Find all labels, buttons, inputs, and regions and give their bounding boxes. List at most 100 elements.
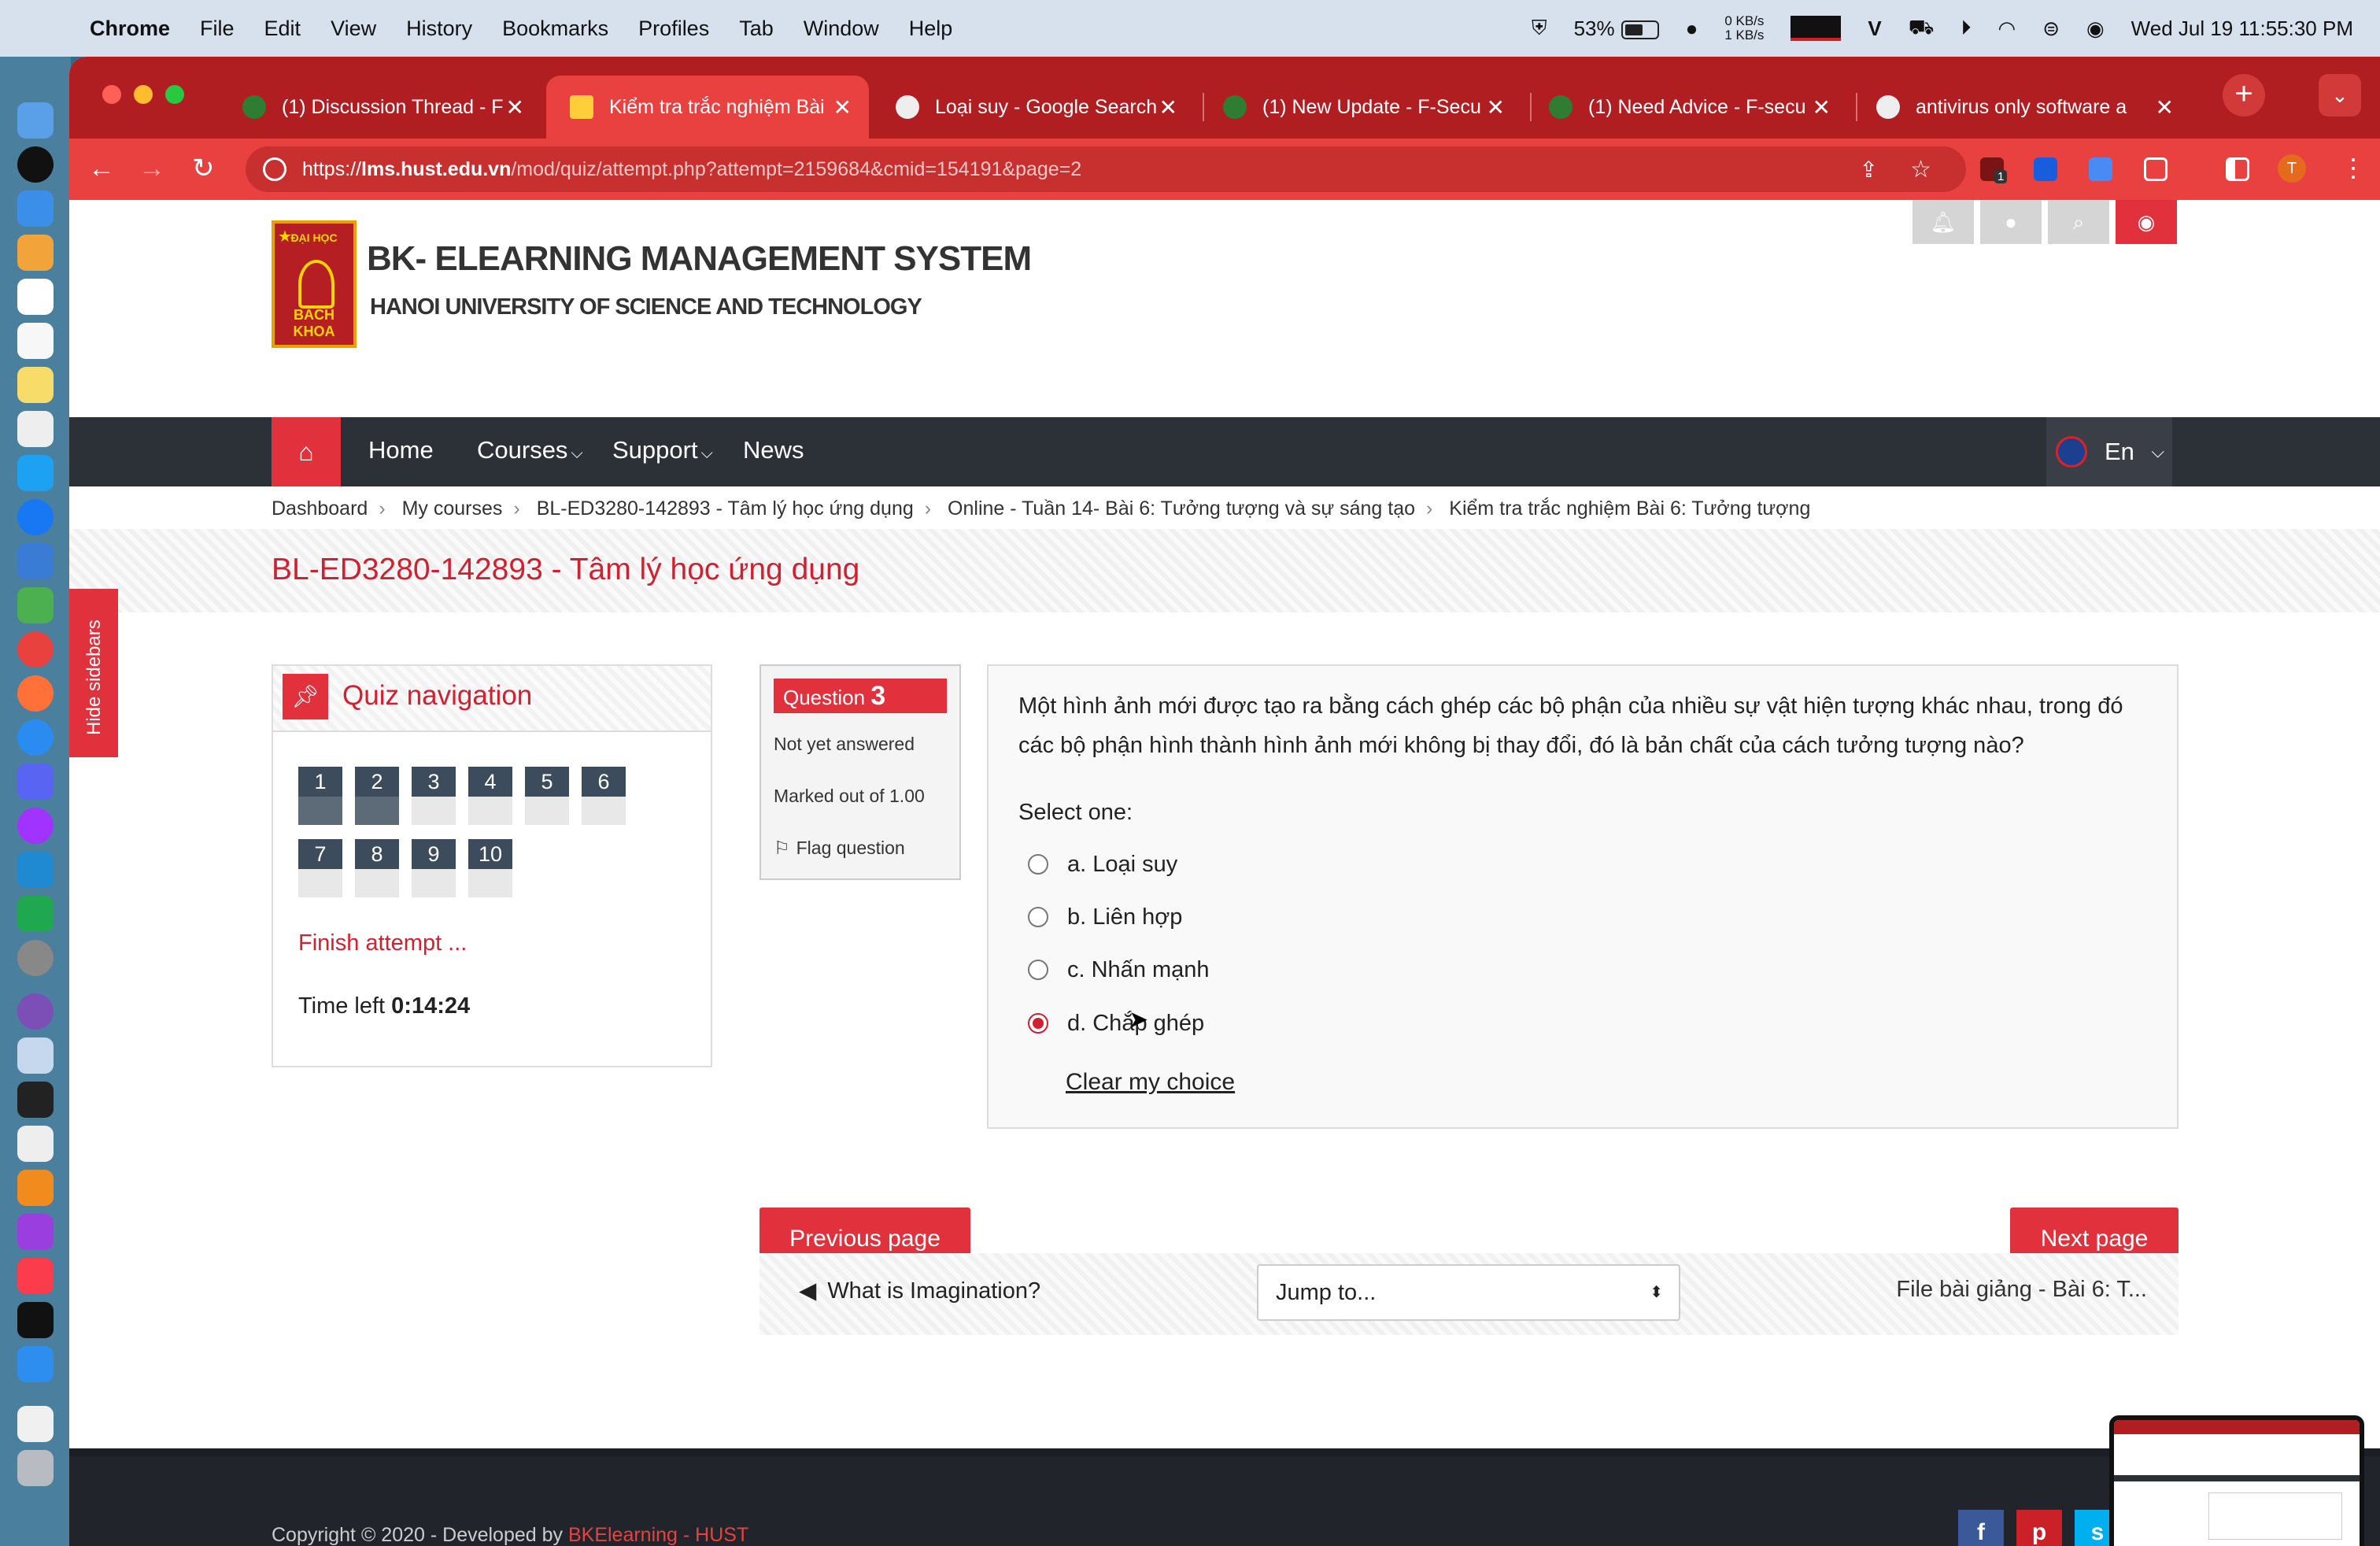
clock[interactable]: Wed Jul 19 11:55:30 PM <box>2131 17 2353 41</box>
address-bar[interactable]: https://lms.hust.edu.vn/mod/quiz/attempt… <box>246 146 1966 192</box>
play-icon[interactable]: ⏵ <box>1961 16 1971 41</box>
mail-icon[interactable] <box>17 190 54 227</box>
reload-icon[interactable]: ↻ <box>192 154 215 183</box>
twitter-icon[interactable] <box>17 455 54 491</box>
breadcrumb-dashboard[interactable]: Dashboard <box>272 497 368 520</box>
quiz-nav-button-2[interactable]: 2 <box>355 767 399 825</box>
breadcrumb-quiz[interactable]: Kiểm tra trắc nghiệm Bài 6: Tưởng tượng <box>1449 497 1810 520</box>
quiz-nav-button-5[interactable]: 5 <box>525 767 569 825</box>
calendar-icon[interactable] <box>17 279 54 315</box>
site-info-icon[interactable] <box>263 157 286 181</box>
menu-tab[interactable]: Tab <box>739 17 774 41</box>
breadcrumb-section[interactable]: Online - Tuần 14- Bài 6: Tưởng tượng và … <box>948 497 1415 520</box>
settings-icon[interactable] <box>17 940 54 976</box>
menu-bookmarks[interactable]: Bookmarks <box>502 17 608 41</box>
quiz-nav-button-8[interactable]: 8 <box>355 839 399 897</box>
radio-option-d[interactable] <box>1028 1013 1048 1034</box>
bookmark-star-icon[interactable]: ☆ <box>1910 156 1931 183</box>
battery-status[interactable]: 53% <box>1574 17 1659 41</box>
quiz-nav-button-3[interactable]: 3 <box>412 767 456 825</box>
menu-file[interactable]: File <box>200 17 235 41</box>
close-tab-icon[interactable]: ✕ <box>1159 94 1177 120</box>
network-speed[interactable]: 0 KB/s 1 KB/s <box>1724 14 1764 43</box>
zoom-window-button[interactable] <box>165 85 184 104</box>
tab-new-update[interactable]: (1) New Update - F-Secu ✕ <box>1199 76 1522 139</box>
hust-logo[interactable]: ĐẠI HỌC ★ BÁCH KHOA <box>272 220 357 348</box>
menu-window[interactable]: Window <box>804 17 879 41</box>
screenshot-thumbnail[interactable] <box>2109 1415 2364 1546</box>
more-menu-icon[interactable]: ⋮ <box>2341 153 2366 183</box>
quiz-nav-button-9[interactable]: 9 <box>412 839 456 897</box>
document-icon[interactable] <box>17 1406 54 1442</box>
user-menu-icon[interactable]: ◉ <box>2116 200 2177 244</box>
menu-history[interactable]: History <box>406 17 472 41</box>
cloud-app-icon[interactable] <box>17 543 54 579</box>
control-center-icon[interactable]: ⊜ <box>2042 17 2060 41</box>
radio-option-c[interactable] <box>1028 960 1048 980</box>
quiz-nav-button-7[interactable]: 7 <box>298 839 342 897</box>
maps-icon[interactable] <box>17 587 54 623</box>
answer-label[interactable]: b. Liên hợp <box>1067 904 1182 930</box>
github-icon[interactable] <box>17 993 54 1030</box>
menu-help[interactable]: Help <box>909 17 953 41</box>
discord-icon[interactable] <box>17 764 54 800</box>
notifications-bell-icon[interactable]: 🔔︎ <box>1913 200 1974 244</box>
menu-edit[interactable]: Edit <box>264 17 301 41</box>
search-icon[interactable]: ⌕ <box>2048 200 2109 244</box>
car-icon[interactable]: ⛟ <box>1909 15 1935 43</box>
clear-choice-link[interactable]: Clear my choice <box>1066 1069 1235 1096</box>
messenger-icon[interactable] <box>17 808 54 844</box>
hide-sidebars-button[interactable]: Hide sidebars <box>69 589 118 757</box>
profile-avatar[interactable]: T <box>2278 154 2306 183</box>
cpu-graph-icon[interactable] <box>1791 16 1842 41</box>
nav-courses[interactable]: Courses ⌵ <box>477 436 583 464</box>
notes-icon[interactable] <box>17 367 54 403</box>
close-tab-icon[interactable]: ✕ <box>1813 94 1831 120</box>
messages-icon[interactable]: ● <box>1980 200 2042 244</box>
previous-activity-link[interactable]: ◀ What is Imagination? <box>799 1277 1040 1304</box>
shield-icon[interactable]: ⛨ <box>1532 16 1547 41</box>
finder-icon[interactable] <box>17 102 54 139</box>
tab-google-search[interactable]: Loại suy - Google Search ✕ <box>872 76 1195 139</box>
answer-option-c[interactable]: c. Nhấn mạnh <box>1028 954 1210 986</box>
site-title[interactable]: BK- ELEARNING MANAGEMENT SYSTEM <box>367 239 1032 279</box>
translate-extension-icon[interactable] <box>2089 157 2112 181</box>
trash-icon[interactable] <box>17 1450 54 1486</box>
facebook-icon[interactable] <box>17 499 54 535</box>
answer-option-b[interactable]: b. Liên hợp <box>1028 901 1182 933</box>
flag-question-button[interactable]: ⚐ Flag question <box>774 838 905 859</box>
answer-option-a[interactable]: a. Loại suy <box>1028 849 1177 880</box>
next-activity-link[interactable]: File bài giảng - Bài 6: T... <box>1896 1277 2147 1303</box>
clock-app-icon[interactable] <box>17 146 54 183</box>
facebook-icon[interactable]: f <box>1958 1510 2004 1546</box>
menu-profiles[interactable]: Profiles <box>638 17 709 41</box>
tab-need-advice[interactable]: (1) Need Advice - F-secu ✕ <box>1525 76 1848 139</box>
finish-attempt-link[interactable]: Finish attempt ... <box>298 930 467 956</box>
close-window-button[interactable] <box>102 85 121 104</box>
radio-option-a[interactable] <box>1028 854 1048 875</box>
answer-label[interactable]: c. Nhấn mạnh <box>1067 957 1210 983</box>
side-panel-icon[interactable] <box>2226 157 2249 181</box>
wifi-icon[interactable]: ◠ <box>1998 17 2016 41</box>
home-icon[interactable]: ⌂ <box>272 417 341 486</box>
jump-to-select[interactable]: Jump to... ⬍ <box>1257 1264 1680 1321</box>
quiz-nav-button-4[interactable]: 4 <box>468 767 512 825</box>
close-tab-icon[interactable]: ✕ <box>506 94 524 120</box>
podcasts-icon[interactable] <box>17 1214 54 1250</box>
quiz-nav-button-6[interactable]: 6 <box>582 767 626 825</box>
quiz-nav-button-10[interactable]: 10 <box>468 839 512 897</box>
forward-icon[interactable]: → <box>139 154 165 183</box>
chrome-icon[interactable] <box>17 631 54 668</box>
script-editor-icon[interactable] <box>17 1126 54 1162</box>
close-tab-icon[interactable]: ✕ <box>2156 94 2174 120</box>
pinterest-icon[interactable]: p <box>2016 1510 2062 1546</box>
quiz-nav-button-1[interactable]: 1 <box>298 767 342 825</box>
nav-news[interactable]: News <box>743 436 804 464</box>
answer-option-d[interactable]: d. Chắp ghép <box>1028 1008 1204 1039</box>
radio-option-b[interactable] <box>1028 907 1048 927</box>
numbers-icon[interactable] <box>17 896 54 932</box>
back-icon[interactable]: ← <box>88 154 115 183</box>
bitwarden-extension-icon[interactable] <box>2034 157 2057 181</box>
nav-home[interactable]: Home <box>368 436 434 464</box>
music-icon[interactable] <box>17 1258 54 1294</box>
